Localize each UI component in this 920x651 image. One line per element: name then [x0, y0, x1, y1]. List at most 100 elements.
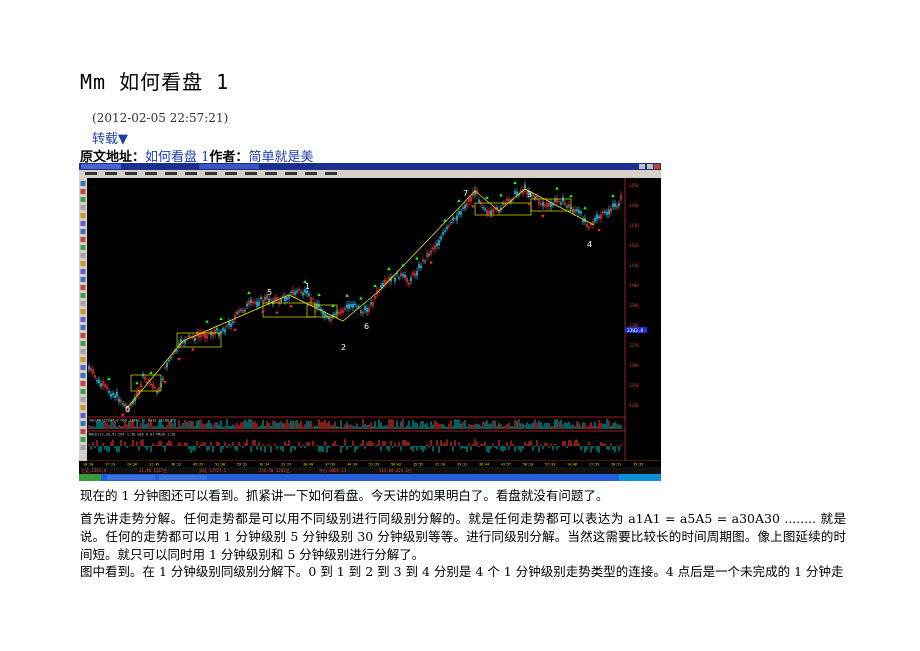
candle-body	[618, 203, 620, 206]
toolbar-icon	[80, 229, 86, 234]
candle-body	[466, 203, 468, 208]
candle-body	[574, 209, 576, 213]
price-axis-label: 2450	[629, 183, 639, 188]
svg-text:MACD(12,26,9) DIF 1.58 DEA 0.8: MACD(12,26,9) DIF 1.58 DEA 0.81 MACD 1.5…	[89, 433, 175, 437]
toolbar-icon	[80, 293, 86, 298]
candle-body	[446, 226, 448, 229]
candle-body	[460, 211, 462, 215]
candle-body	[140, 383, 142, 388]
candle-body	[366, 308, 368, 313]
candle-body	[238, 310, 240, 313]
wave-label-1: 1	[305, 282, 310, 291]
candle-body	[162, 378, 164, 380]
candle-body	[594, 218, 596, 222]
toolbar-icon	[80, 437, 86, 442]
toolbar-icon	[80, 317, 86, 322]
candle-body	[268, 298, 270, 303]
post-date: (2012-02-05 22:57:21)	[92, 111, 229, 125]
svg-text:深证 12927.5: 深证 12927.5	[199, 467, 227, 473]
candle-body	[586, 224, 588, 227]
candle-body	[354, 303, 356, 306]
candle-body	[428, 253, 430, 256]
toolbar-icon	[80, 237, 86, 242]
candle-body	[254, 301, 256, 304]
candle-body	[92, 369, 94, 374]
candle-body	[312, 298, 314, 300]
candle-body	[370, 302, 372, 305]
candle-body	[478, 199, 480, 202]
ticker-item: 57:33	[545, 463, 555, 467]
candle-body	[610, 208, 612, 213]
candle-body	[294, 291, 296, 295]
ticker-item: 15:55	[413, 463, 423, 467]
candle-body	[300, 291, 302, 294]
candle-body	[408, 282, 410, 285]
candle-body	[342, 310, 344, 313]
candle-body	[352, 303, 354, 308]
candle-body	[188, 335, 190, 337]
candle-body	[544, 204, 546, 207]
candle-body	[286, 297, 288, 300]
stock-chart-image: 2450244024302420241024002390238023702360…	[79, 163, 661, 481]
candle-body	[298, 288, 300, 291]
candle-body	[194, 337, 196, 341]
candle-body	[452, 217, 454, 221]
candle-body	[546, 202, 548, 207]
candle-body	[490, 210, 492, 215]
candle-body	[344, 307, 346, 310]
svg-text:中小 6801.13: 中小 6801.13	[319, 467, 347, 473]
price-axis-label: 2350	[629, 383, 639, 388]
candle-body	[420, 265, 422, 268]
candle-body	[578, 209, 580, 214]
candle-body	[316, 303, 318, 308]
wave-label-5: 5	[267, 288, 272, 297]
toolbar-icon	[80, 197, 86, 202]
candle-body	[158, 387, 160, 391]
candle-body	[222, 328, 224, 331]
toolbar-icon	[80, 205, 86, 210]
candle-body	[536, 195, 538, 198]
candle-body	[606, 211, 608, 215]
ticker-item: 44:16	[347, 463, 357, 467]
candle-body	[302, 292, 304, 296]
candle-body	[432, 247, 434, 250]
candle-body	[368, 307, 370, 312]
candle-body	[374, 296, 376, 299]
candle-body	[120, 399, 122, 403]
candle-body	[230, 323, 232, 327]
svg-text:32.46 1417亿: 32.46 1417亿	[139, 467, 167, 473]
candle-body	[296, 290, 298, 293]
candle-body	[400, 272, 402, 277]
candle-body	[264, 297, 266, 300]
candle-body	[534, 196, 536, 199]
candle-body	[602, 210, 604, 214]
candle-body	[176, 350, 178, 352]
candle-body	[96, 380, 98, 382]
toolbar-icon	[80, 277, 86, 282]
candle-body	[394, 277, 396, 282]
candle-body	[540, 203, 542, 205]
price-axis-label: 2360	[629, 363, 639, 368]
candle-body	[276, 297, 278, 300]
candle-body	[246, 303, 248, 307]
candle-body	[118, 398, 120, 402]
candle-body	[216, 327, 218, 331]
candle-body	[340, 310, 342, 314]
toolbar-icon	[80, 349, 86, 354]
candle-body	[372, 302, 374, 306]
wave-label-0: 0	[125, 405, 130, 414]
candle-body	[550, 202, 552, 207]
repost-toggle[interactable]: 转载▼	[92, 128, 128, 147]
candle-body	[598, 216, 600, 218]
ticker-item: 17:23	[105, 463, 115, 467]
candle-body	[548, 202, 550, 207]
candle-body	[604, 211, 606, 214]
ticker-item: 30:40	[303, 463, 313, 467]
candle-body	[170, 357, 172, 359]
paragraph-2: 首先讲走势分解。任何走势都是可以用不同级别进行同级别分解的。就是任何走势都可以表…	[80, 511, 846, 562]
candle-body	[438, 240, 440, 246]
ticker-item: 10:10	[83, 463, 93, 467]
wave-label-2: 2	[341, 343, 346, 352]
candle-body	[436, 242, 438, 247]
candle-body	[244, 309, 246, 312]
